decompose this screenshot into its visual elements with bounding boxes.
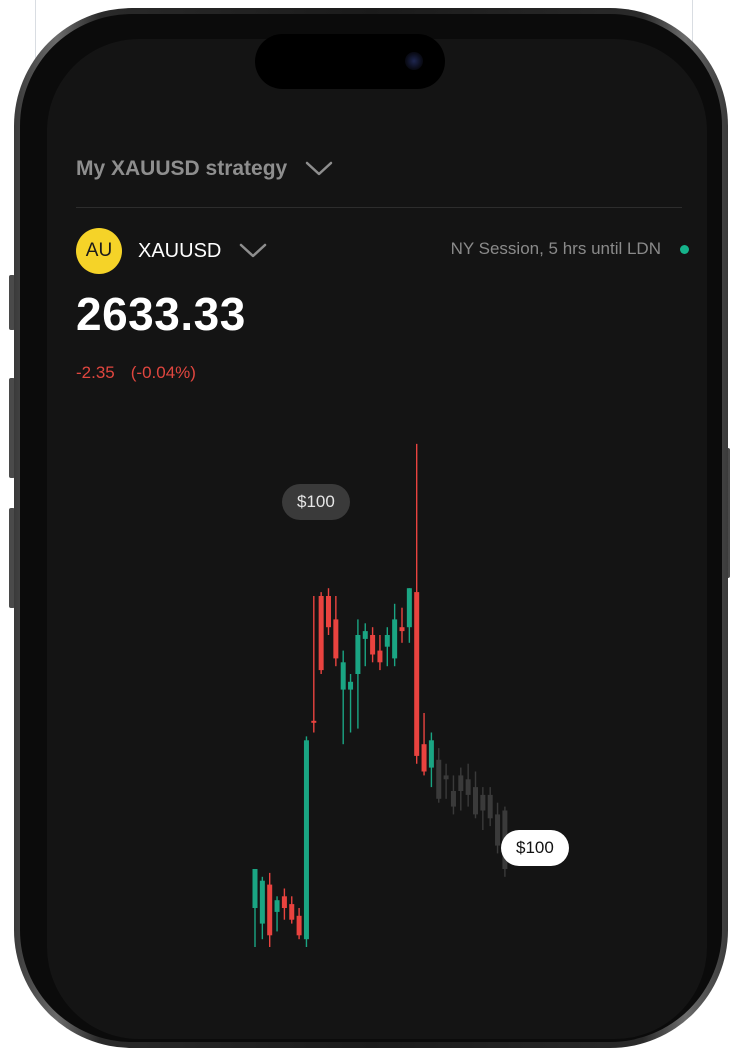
page-guide-left	[35, 0, 36, 60]
candle-body	[318, 596, 324, 671]
candle-body	[450, 791, 456, 807]
candle-body	[384, 635, 390, 647]
candlestick-chart[interactable]	[47, 39, 707, 1039]
price-marker-lower[interactable]: $100	[501, 830, 569, 866]
candle-body	[487, 794, 493, 819]
candle-body	[406, 588, 412, 628]
candle-body	[370, 635, 376, 655]
price-marker-upper[interactable]: $100	[282, 484, 350, 520]
candle-body	[281, 896, 287, 908]
candle-body	[311, 720, 317, 723]
candle-body	[252, 869, 258, 908]
candle-body	[421, 744, 427, 772]
candle-body	[296, 915, 302, 936]
dynamic-island	[255, 34, 445, 89]
candle-body	[267, 884, 273, 936]
candle-body	[392, 619, 398, 659]
candle-body	[465, 779, 471, 795]
candle-body	[333, 619, 339, 659]
candle-body	[414, 592, 420, 756]
candle-body	[473, 787, 478, 815]
candle-body	[480, 794, 486, 811]
candle-body	[259, 880, 265, 924]
candle-body	[443, 775, 449, 780]
candle-body	[274, 900, 280, 912]
candle-body	[326, 596, 331, 628]
candle-body	[436, 759, 442, 799]
phone-frame: My XAUUSD strategy AU XAUUSD NY Session,…	[14, 8, 728, 1048]
candle-body	[289, 904, 295, 920]
camera-icon	[405, 52, 423, 70]
phone-bezel: My XAUUSD strategy AU XAUUSD NY Session,…	[20, 14, 722, 1042]
candle-body	[355, 635, 361, 674]
candle-body	[340, 662, 346, 690]
candle-body	[377, 650, 383, 663]
candle-body	[348, 681, 354, 690]
candle-body	[495, 814, 501, 846]
candle-body	[428, 740, 434, 768]
candle-body	[303, 740, 309, 940]
phone-screen: My XAUUSD strategy AU XAUUSD NY Session,…	[47, 39, 707, 1039]
candle-body	[399, 627, 405, 632]
candle-body	[362, 631, 368, 639]
candle-body	[458, 775, 464, 791]
